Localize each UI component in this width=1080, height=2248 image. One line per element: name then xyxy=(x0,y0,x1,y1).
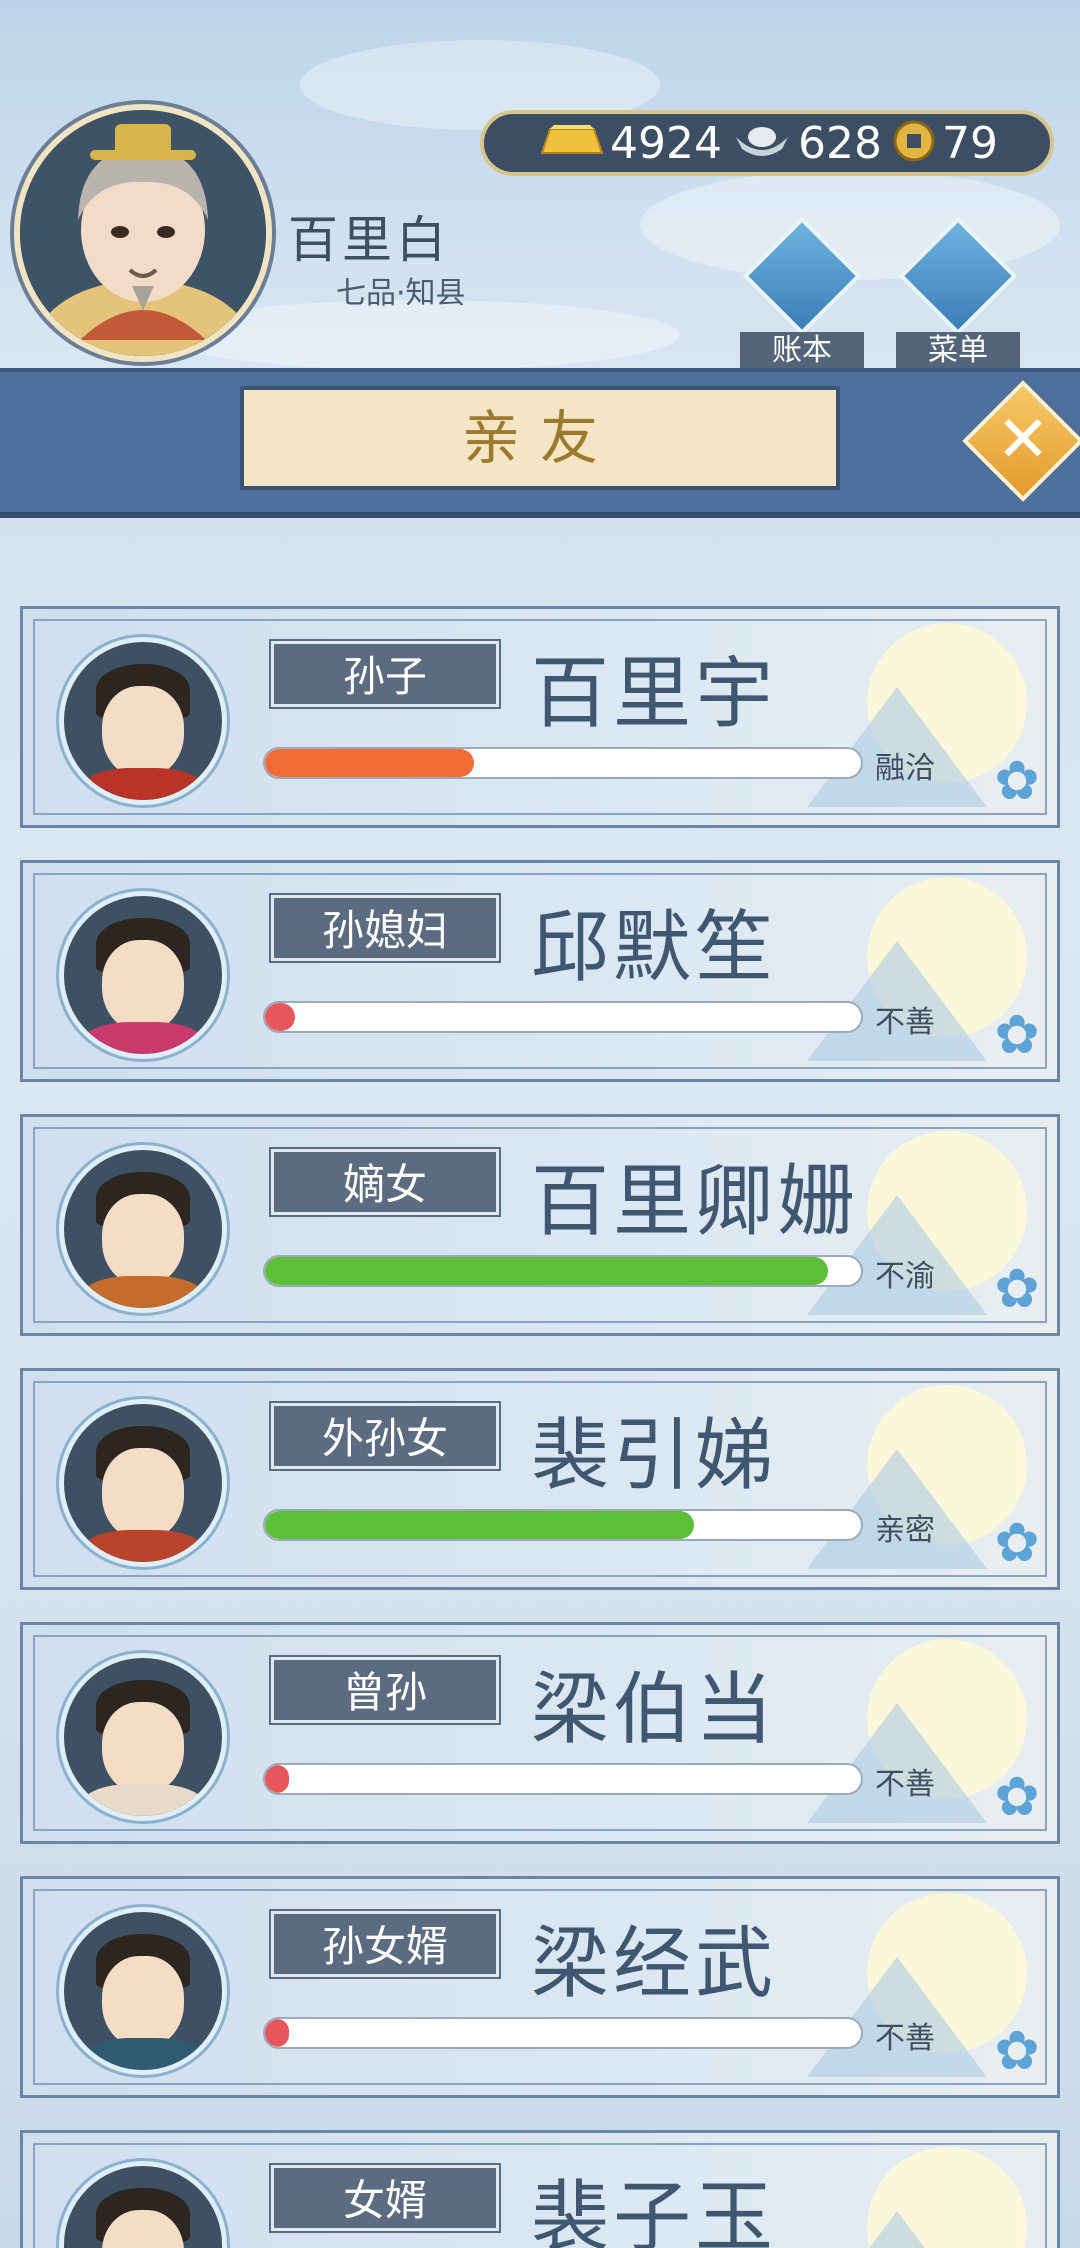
affinity-bar xyxy=(263,2017,863,2049)
relative-name: 梁经武 xyxy=(531,1919,778,2009)
player-name: 百里白 xyxy=(288,211,450,269)
relation-status: 不善 xyxy=(875,1767,935,1802)
avatar-robe xyxy=(82,1022,204,1054)
relative-name: 百里卿姗 xyxy=(531,1157,860,1247)
affinity-bar-fill xyxy=(265,1257,829,1285)
ledger-button[interactable]: 账本 xyxy=(740,216,870,370)
gold-ingot-icon xyxy=(540,119,604,167)
flower-icon: ✿ xyxy=(994,1765,1040,1828)
more-dots-icon xyxy=(898,216,1018,336)
flower-icon: ✿ xyxy=(994,1257,1040,1320)
menu-label: 菜单 xyxy=(896,332,1020,370)
relative-card[interactable]: 孙媳妇 邱默笙 不善 ✿ xyxy=(20,860,1060,1082)
player-rank: 七品·知县 xyxy=(336,276,466,311)
silver-value: 628 xyxy=(797,117,882,169)
relation-status: 不渝 xyxy=(875,1259,935,1294)
avatar-face xyxy=(102,1702,184,1794)
relative-name: 邱默笙 xyxy=(531,903,778,993)
coin-value: 79 xyxy=(941,117,998,169)
relative-name: 梁伯当 xyxy=(531,1665,778,1755)
relation-status: 不善 xyxy=(875,1005,935,1040)
affinity-bar-fill xyxy=(265,1003,295,1031)
relative-avatar[interactable] xyxy=(59,1399,227,1567)
relation-tag: 孙子 xyxy=(271,641,499,707)
relation-status: 亲密 xyxy=(875,1513,935,1548)
affinity-bar xyxy=(263,1509,863,1541)
relative-card[interactable]: 外孙女 裴引娣 亲密 ✿ xyxy=(20,1368,1060,1590)
flower-icon: ✿ xyxy=(994,2019,1040,2082)
relative-avatar[interactable] xyxy=(59,891,227,1059)
relative-avatar[interactable] xyxy=(59,637,227,805)
relative-name: 裴引娣 xyxy=(531,1411,778,1501)
avatar-face xyxy=(102,1194,184,1286)
currency-bar: 4924 628 79 xyxy=(480,110,1054,176)
avatar-face xyxy=(102,940,184,1032)
flower-icon: ✿ xyxy=(994,1511,1040,1574)
avatar-face xyxy=(102,686,184,778)
affinity-bar xyxy=(263,1763,863,1795)
avatar-face xyxy=(102,1956,184,2048)
affinity-bar xyxy=(263,747,863,779)
relation-status: 融洽 xyxy=(875,751,935,786)
official-portrait-icon xyxy=(20,110,266,356)
relative-avatar[interactable] xyxy=(59,1653,227,1821)
relation-tag: 外孙女 xyxy=(271,1403,499,1469)
relation-tag: 孙媳妇 xyxy=(271,895,499,961)
avatar-robe xyxy=(82,1784,204,1816)
copper-coin-icon xyxy=(892,119,936,167)
avatar-robe xyxy=(82,2038,204,2070)
page-title: 亲友 xyxy=(461,404,618,472)
book-icon xyxy=(742,216,862,336)
relative-card[interactable]: 孙女婿 梁经武 不善 ✿ xyxy=(20,1876,1060,2098)
avatar-robe xyxy=(82,1276,204,1308)
flower-icon: ✿ xyxy=(994,1003,1040,1066)
relatives-list[interactable]: 孙子 百里宇 融洽 ✿ 孙媳妇 邱默笙 不善 ✿ 嫡女 百里卿姗 不渝 ✿ 外孙… xyxy=(0,510,1080,2248)
relation-tag: 女婿 xyxy=(271,2165,499,2231)
relative-avatar[interactable] xyxy=(59,1907,227,2075)
ledger-label: 账本 xyxy=(740,332,864,370)
gold-value: 4924 xyxy=(610,117,722,169)
silver-ingot-icon xyxy=(732,119,792,167)
relative-card[interactable]: 女婿 裴子玉 ✿ xyxy=(20,2130,1060,2248)
flower-icon: ✿ xyxy=(994,749,1040,812)
relative-card[interactable]: 嫡女 百里卿姗 不渝 ✿ xyxy=(20,1114,1060,1336)
menu-button[interactable]: 菜单 xyxy=(896,216,1026,370)
affinity-bar-fill xyxy=(265,2019,289,2047)
relative-name: 百里宇 xyxy=(531,649,778,739)
relative-avatar[interactable] xyxy=(59,1145,227,1313)
relative-card[interactable]: 曾孙 梁伯当 不善 ✿ xyxy=(20,1622,1060,1844)
affinity-bar xyxy=(263,1001,863,1033)
relation-status: 不善 xyxy=(875,2021,935,2056)
mountain-decoration xyxy=(807,2211,987,2248)
relative-name: 裴子玉 xyxy=(531,2173,778,2248)
relation-tag: 嫡女 xyxy=(271,1149,499,1215)
affinity-bar xyxy=(263,1255,863,1287)
avatar-robe xyxy=(82,1530,204,1562)
affinity-bar-fill xyxy=(265,1765,289,1793)
avatar-robe xyxy=(82,768,204,800)
avatar-face xyxy=(102,1448,184,1540)
player-avatar[interactable] xyxy=(14,104,272,362)
affinity-bar-fill xyxy=(265,1511,695,1539)
affinity-bar-fill xyxy=(265,749,474,777)
close-icon: ✕ xyxy=(996,403,1050,477)
relation-tag: 孙女婿 xyxy=(271,1911,499,1977)
title-plaque: 亲友 xyxy=(240,386,840,490)
relative-card[interactable]: 孙子 百里宇 融洽 ✿ xyxy=(20,606,1060,828)
relation-tag: 曾孙 xyxy=(271,1657,499,1723)
